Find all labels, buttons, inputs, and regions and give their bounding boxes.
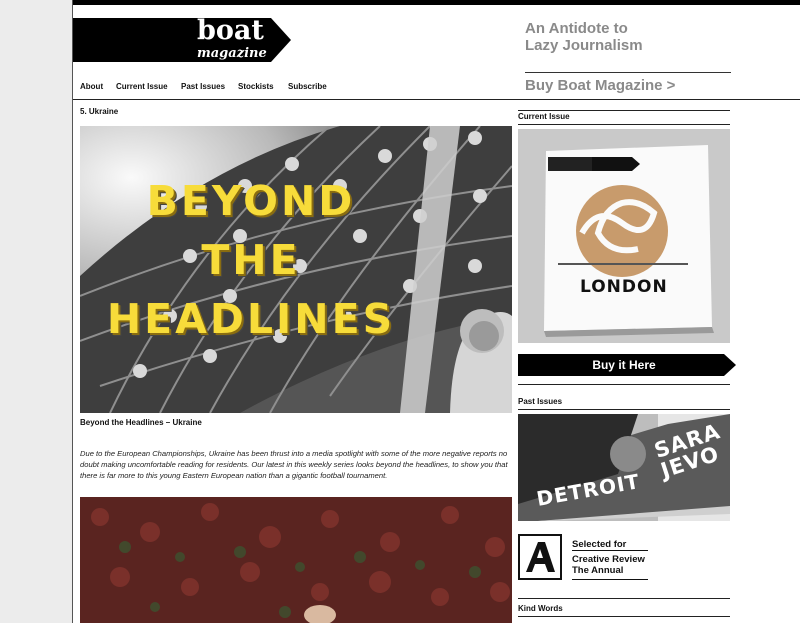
nav-item-subscribe[interactable]: Subscribe bbox=[288, 82, 327, 91]
hero-line-1: BEYOND bbox=[146, 177, 356, 225]
hero-headline: BEYOND THE HEADLINES bbox=[80, 172, 422, 349]
hero-line-2: THE bbox=[201, 236, 301, 284]
london-cover-illustration bbox=[518, 129, 730, 343]
secondary-photo[interactable] bbox=[80, 497, 512, 623]
current-issue-underline bbox=[518, 124, 730, 125]
hero-image[interactable]: BEYOND THE HEADLINES bbox=[80, 126, 512, 413]
badge-rule-top bbox=[572, 550, 648, 551]
award-line-1: Selected for bbox=[572, 539, 627, 550]
current-issue-rule bbox=[518, 110, 730, 111]
nav-item-stockists[interactable]: Stockists bbox=[238, 82, 274, 91]
article-body: Due to the European Championships, Ukrai… bbox=[80, 449, 508, 480]
buy-magazine-link[interactable]: Buy Boat Magazine > bbox=[525, 77, 675, 94]
top-bar bbox=[73, 0, 800, 5]
nav-item-about[interactable]: About bbox=[80, 82, 103, 91]
award-line-3: The Annual bbox=[572, 565, 624, 576]
tagline-divider bbox=[525, 72, 731, 73]
buy-divider bbox=[518, 384, 730, 385]
tagline-line-2: Lazy Journalism bbox=[525, 37, 643, 54]
creative-review-logo-icon bbox=[518, 534, 562, 580]
buy-button-label: Buy it Here bbox=[592, 358, 656, 372]
kind-words-underline bbox=[518, 616, 730, 617]
page-frame: boat magazine An Antidote to Lazy Journa… bbox=[72, 0, 800, 623]
tagline-line-1: An Antidote to bbox=[525, 20, 628, 37]
past-issues-image[interactable]: SARA JEVO DETROIT bbox=[518, 414, 730, 521]
current-issue-heading: Current Issue bbox=[518, 112, 570, 121]
section-heading: 5. Ukraine bbox=[80, 107, 119, 116]
logo-subtitle: magazine bbox=[197, 46, 267, 61]
logo-wordmark: boat bbox=[197, 15, 264, 46]
buy-it-here-button[interactable]: Buy it Here bbox=[518, 354, 736, 376]
badge-rule-bottom bbox=[572, 579, 648, 580]
nav-item-past-issues[interactable]: Past Issues bbox=[181, 82, 225, 91]
nav-item-current-issue[interactable]: Current Issue bbox=[116, 82, 168, 91]
award-line-2: Creative Review bbox=[572, 554, 645, 565]
past-issues-heading: Past Issues bbox=[518, 397, 563, 406]
kind-words-heading: Kind Words bbox=[518, 604, 563, 613]
article-caption: Beyond the Headlines – Ukraine bbox=[80, 418, 202, 427]
nav-divider bbox=[73, 99, 800, 100]
flowerbed-photo bbox=[80, 497, 512, 623]
hero-line-3: HEADLINES bbox=[106, 295, 396, 343]
current-issue-title: LONDON bbox=[580, 277, 668, 297]
creative-review-badge[interactable]: Selected for Creative Review The Annual bbox=[518, 534, 648, 580]
current-issue-cover[interactable]: LONDON bbox=[518, 129, 730, 343]
kind-words-rule bbox=[518, 598, 730, 599]
past-issues-underline bbox=[518, 409, 730, 410]
